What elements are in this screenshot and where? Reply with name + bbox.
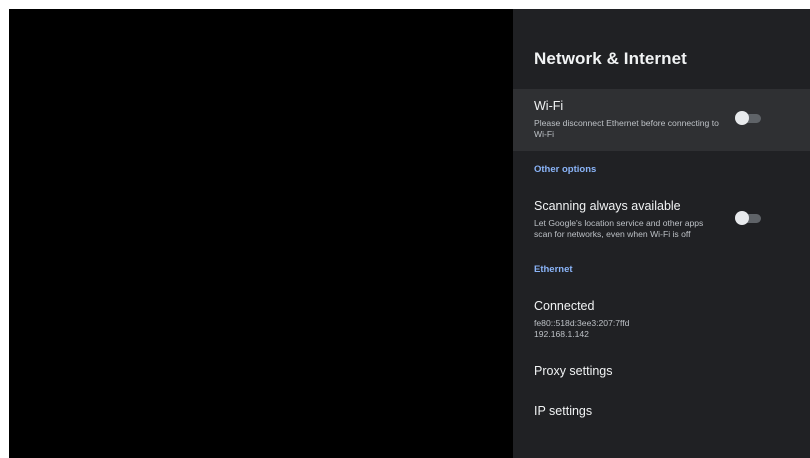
wifi-row[interactable]: Wi-Fi Please disconnect Ethernet before …	[513, 89, 810, 151]
connected-addresses: fe80::518d:3ee3:207:7ffd 192.168.1.142	[534, 318, 739, 339]
background-video-area	[9, 9, 513, 458]
ip-settings-row[interactable]: IP settings	[513, 394, 810, 430]
ethernet-header: Ethernet	[534, 264, 573, 275]
wifi-toggle[interactable]	[735, 111, 763, 125]
page-title: Network & Internet	[534, 49, 687, 68]
scanning-toggle[interactable]	[735, 211, 763, 225]
ip-settings-label: IP settings	[534, 404, 593, 418]
scanning-subtitle-line2: scan for networks, even when Wi-Fi is of…	[534, 228, 691, 239]
connected-title: Connected	[534, 299, 595, 313]
scanning-title: Scanning always available	[534, 199, 681, 213]
scanning-row[interactable]: Scanning always available Let Google's l…	[513, 191, 810, 249]
ipv4-address: 192.168.1.142	[534, 328, 589, 339]
wifi-subtitle-line1: Please disconnect Ethernet before connec…	[534, 118, 719, 128]
proxy-settings-row[interactable]: Proxy settings	[513, 354, 810, 390]
scanning-subtitle: Let Google's location service and other …	[534, 218, 739, 239]
screen-frame: Network & Internet Wi-Fi Please disconne…	[9, 9, 810, 458]
wifi-subtitle-line2: Wi-Fi	[534, 128, 555, 139]
ethernet-connected-row[interactable]: Connected fe80::518d:3ee3:207:7ffd 192.1…	[513, 291, 810, 351]
ipv6-address: fe80::518d:3ee3:207:7ffd	[534, 318, 630, 328]
scanning-subtitle-line1: Let Google's location service and other …	[534, 218, 704, 228]
scanning-toggle-knob	[735, 211, 749, 225]
network-internet-panel: Network & Internet Wi-Fi Please disconne…	[513, 9, 810, 458]
wifi-title: Wi-Fi	[534, 99, 564, 113]
other-options-header: Other options	[534, 164, 597, 175]
wifi-subtitle: Please disconnect Ethernet before connec…	[534, 118, 739, 139]
proxy-settings-label: Proxy settings	[534, 364, 613, 378]
wifi-toggle-knob	[735, 111, 749, 125]
